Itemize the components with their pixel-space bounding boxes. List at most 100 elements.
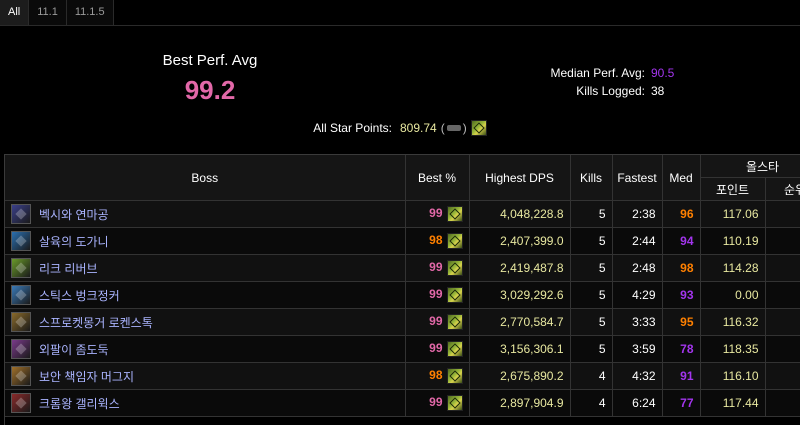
- best-value: 99: [429, 314, 443, 329]
- boss-name-link[interactable]: 외팔이 좀도둑: [39, 341, 109, 358]
- fastest-time[interactable]: 6:24: [612, 389, 663, 417]
- fastest-time[interactable]: 2:38: [612, 200, 663, 228]
- highest-dps[interactable]: 2,419,487.8: [469, 254, 571, 282]
- highest-dps[interactable]: 3,029,292.6: [469, 281, 571, 309]
- boss-name-link[interactable]: 보안 책임자 머그지: [39, 368, 134, 385]
- highest-dps[interactable]: 2,897,904.9: [469, 389, 571, 417]
- best-percent: 99: [405, 254, 470, 282]
- boss-portrait-icon: [11, 366, 31, 386]
- table-row[interactable]: 리크 리버브 99 2,419,487.8 5 2:48 98 114.28 5: [5, 254, 800, 282]
- median-percent: 93: [662, 281, 701, 309]
- boss-portrait-icon: [11, 285, 31, 305]
- allstar-paren-close: ): [462, 121, 467, 135]
- boss-portrait-icon: [11, 312, 31, 332]
- boss-table-container: Boss Best % Highest DPS Kills Fastest Me…: [4, 154, 800, 425]
- boss-name-link[interactable]: 스틱스 벙크정커: [39, 287, 120, 304]
- kills-count: 4: [570, 362, 613, 390]
- median-label: Median Perf. Avg:: [550, 66, 646, 80]
- table-row[interactable]: 벡시와 연마공 99 4,048,228.8 5 2:38 96 117.06 …: [5, 200, 800, 228]
- tab-divider: [0, 25, 800, 26]
- best-percent: 98: [405, 362, 470, 390]
- best-percent: 99: [405, 335, 470, 363]
- summary-stats: Median Perf. Avg: 90.5 Kills Logged: 38: [470, 64, 710, 100]
- spec-icon: [446, 314, 463, 330]
- boss-table-body: 벡시와 연마공 99 4,048,228.8 5 2:38 96 117.06 …: [5, 200, 800, 417]
- header-kills[interactable]: Kills: [570, 155, 613, 201]
- table-row[interactable]: 외팔이 좀도둑 99 3,156,306.1 5 3:59 78 118.35 …: [5, 335, 800, 363]
- best-value: 99: [429, 287, 443, 302]
- spec-icon: [446, 233, 463, 249]
- boss-portrait-icon: [11, 393, 31, 413]
- kills-count: 5: [570, 254, 613, 282]
- best-percent: 99: [405, 389, 470, 417]
- table-row[interactable]: 스프로켓몽거 로켄스톡 99 2,770,584.7 5 3:33 95 116…: [5, 308, 800, 336]
- boss-name-link[interactable]: 크롬왕 갤리윅스: [39, 395, 120, 412]
- fastest-time[interactable]: 4:29: [612, 281, 663, 309]
- highest-dps[interactable]: 2,770,584.7: [469, 308, 571, 336]
- kills-count: 5: [570, 308, 613, 336]
- fastest-time[interactable]: 2:48: [612, 254, 663, 282]
- boss-portrait-icon: [11, 231, 31, 251]
- allstar-points-cell: 117.44: [700, 389, 766, 417]
- header-allstar-rank[interactable]: 순위: [765, 177, 800, 201]
- kills-count: 5: [570, 227, 613, 255]
- header-med[interactable]: Med: [662, 155, 701, 201]
- allstar-points-cell: 118.35: [700, 335, 766, 363]
- header-boss[interactable]: Boss: [5, 155, 406, 201]
- median-row: Median Perf. Avg: 90.5: [470, 64, 710, 82]
- boss-name-link[interactable]: 벡시와 연마공: [39, 206, 109, 223]
- allstar-points-cell: 117.06: [700, 200, 766, 228]
- best-percent: 99: [405, 308, 470, 336]
- highest-dps[interactable]: 2,675,890.2: [469, 362, 571, 390]
- allstar-label: All Star Points:: [313, 121, 392, 135]
- table-row[interactable]: 보안 책임자 머그지 98 2,675,890.2 4 4:32 91 116.…: [5, 362, 800, 390]
- header-fastest[interactable]: Fastest: [612, 155, 663, 201]
- allstar-rank-cell: 35: [765, 227, 800, 255]
- allstar-rank-cell: 1: [765, 389, 800, 417]
- best-percent: 98: [405, 227, 470, 255]
- best-percent: 99: [405, 281, 470, 309]
- allstar-rank-cell: 5: [765, 362, 800, 390]
- header-allstar-points[interactable]: 포인트: [700, 177, 766, 201]
- tab-11-1-5[interactable]: 11.1.5: [66, 0, 114, 26]
- fastest-time[interactable]: 3:33: [612, 308, 663, 336]
- header-best[interactable]: Best %: [405, 155, 470, 201]
- table-row[interactable]: 크롬왕 갤리윅스 99 2,897,904.9 4 6:24 77 117.44…: [5, 389, 800, 417]
- spec-icon: [446, 368, 463, 384]
- fastest-time[interactable]: 3:59: [612, 335, 663, 363]
- best-value: 99: [429, 395, 443, 410]
- spec-icon: [446, 287, 463, 303]
- tab-11-1[interactable]: 11.1: [29, 0, 67, 26]
- boss-name-link[interactable]: 스프로켓몽거 로켄스톡: [39, 314, 153, 331]
- kills-label: Kills Logged:: [576, 84, 645, 98]
- best-value: 99: [429, 341, 443, 356]
- allstar-points-cell: 110.19: [700, 227, 766, 255]
- median-percent: 95: [662, 308, 701, 336]
- best-value: 99: [429, 206, 443, 221]
- highest-dps[interactable]: 3,156,306.1: [469, 335, 571, 363]
- median-percent: 78: [662, 335, 701, 363]
- spec-icon: [446, 260, 463, 276]
- allstar-points-cell: 116.10: [700, 362, 766, 390]
- table-row[interactable]: 스틱스 벙크정커 99 3,029,292.6 5 4:29 93 0.00 1: [5, 281, 800, 309]
- allstar-points: All Star Points: 809.74 ( ): [0, 120, 800, 136]
- median-percent: 94: [662, 227, 701, 255]
- highest-dps[interactable]: 4,048,228.8: [469, 200, 571, 228]
- allstar-points-cell: 114.28: [700, 254, 766, 282]
- best-value: 98: [429, 233, 443, 248]
- fastest-time[interactable]: 4:32: [612, 362, 663, 390]
- highest-dps[interactable]: 2,407,399.0: [469, 227, 571, 255]
- kills-row: Kills Logged: 38: [470, 82, 710, 100]
- header-allstar-group: 올스타: [700, 155, 800, 178]
- boss-portrait-icon: [11, 204, 31, 224]
- boss-name-link[interactable]: 리크 리버브: [39, 260, 98, 277]
- header-dps[interactable]: Highest DPS: [469, 155, 571, 201]
- boss-name-link[interactable]: 살육의 도가니: [39, 233, 109, 250]
- allstar-rank-cell: 1: [765, 281, 800, 309]
- allstar-points-cell: 0.00: [700, 281, 766, 309]
- kills-value: 38: [651, 84, 665, 98]
- boss-portrait-icon: [11, 339, 31, 359]
- table-row[interactable]: 살육의 도가니 98 2,407,399.0 5 2:44 94 110.19 …: [5, 227, 800, 255]
- fastest-time[interactable]: 2:44: [612, 227, 663, 255]
- tab-all[interactable]: All: [0, 0, 30, 26]
